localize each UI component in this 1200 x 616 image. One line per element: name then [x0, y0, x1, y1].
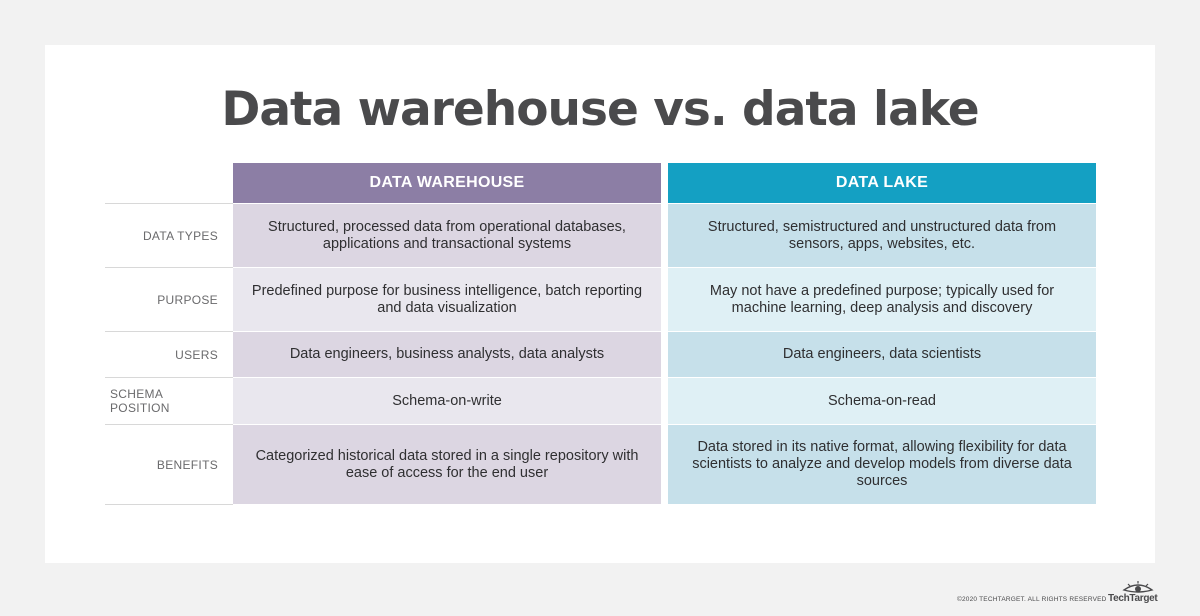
table-row-purpose: PURPOSE Predefined purpose for business … — [110, 268, 1096, 331]
lake-cell: Schema-on-read — [668, 378, 1096, 424]
cell-text: Predefined purpose for business intellig… — [251, 282, 643, 316]
page-title: Data warehouse vs. data lake — [221, 82, 979, 137]
table-row-users: USERS Data engineers, business analysts,… — [110, 332, 1096, 377]
warehouse-cell: Predefined purpose for business intellig… — [233, 268, 661, 331]
cell-text: Data stored in its native format, allowi… — [692, 439, 1072, 489]
brand-logo-text: TechTarget — [1108, 593, 1158, 604]
row-label: PURPOSE — [157, 292, 218, 307]
table-row-schema-position: SCHEMA POSITION Schema-on-write Schema-o… — [110, 378, 1096, 424]
lake-cell: Data stored in its native format, allowi… — [668, 425, 1096, 504]
row-label: DATA TYPES — [142, 228, 218, 243]
warehouse-cell: Schema-on-write — [233, 378, 661, 424]
lake-cell: Structured, semistructured and unstructu… — [668, 204, 1096, 267]
lake-cell: May not have a predefined purpose; typic… — [668, 268, 1096, 331]
row-label: SCHEMA POSITION — [110, 387, 170, 415]
cell-text: May not have a predefined purpose; typic… — [709, 282, 1055, 316]
cell-text: Structured, processed data from operatio… — [268, 218, 626, 252]
table-row-data-types: DATA TYPES Structured, processed data fr… — [110, 204, 1096, 267]
cell-text: Data engineers, data scientists — [782, 346, 982, 362]
row-label: BENEFITS — [156, 457, 218, 472]
lake-cell: Data engineers, data scientists — [668, 332, 1096, 377]
cell-text: Schema-on-write — [392, 392, 502, 409]
copyright-notice: ©2020 TECHTARGET. ALL RIGHTS RESERVED — [957, 596, 1107, 603]
cell-text: Structured, semistructured and unstructu… — [707, 218, 1057, 252]
table-row-benefits: BENEFITS Categorized historical data sto… — [110, 425, 1096, 504]
cell-text: Schema-on-read — [828, 392, 936, 409]
warehouse-cell: Categorized historical data stored in a … — [233, 425, 661, 504]
row-divider — [105, 504, 233, 505]
column-header-warehouse: DATA WAREHOUSE — [233, 163, 661, 203]
warehouse-cell: Structured, processed data from operatio… — [233, 204, 661, 267]
cell-text: Data engineers, business analysts, data … — [289, 346, 605, 362]
row-label: USERS — [175, 347, 218, 362]
column-header-lake: DATA LAKE — [668, 163, 1096, 203]
cell-text: Categorized historical data stored in a … — [255, 447, 639, 481]
warehouse-cell: Data engineers, business analysts, data … — [233, 332, 661, 377]
